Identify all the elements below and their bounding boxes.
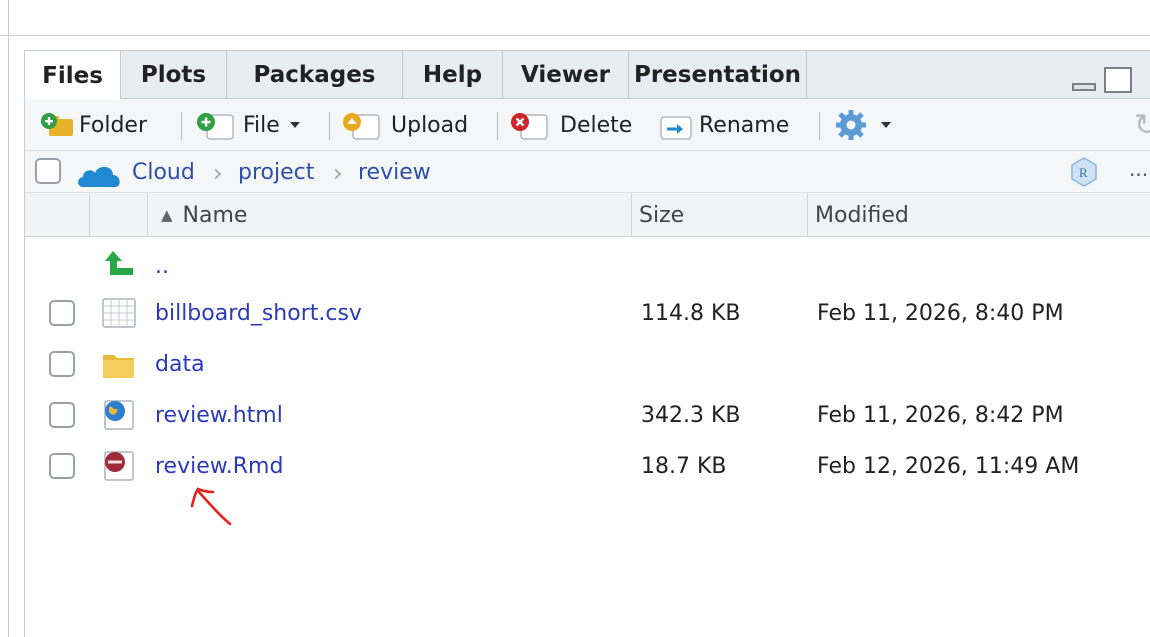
tab-plots[interactable]: Plots xyxy=(121,51,227,99)
file-name-link[interactable]: data xyxy=(155,339,205,390)
pane-tab-bar: Files Plots Packages Help Viewer Present… xyxy=(25,51,1150,100)
upload-label: Upload xyxy=(391,112,469,138)
files-toolbar: Folder File Upload Delete Rename ↻ xyxy=(25,99,1150,151)
column-modified-header[interactable]: Modified xyxy=(815,193,909,237)
breadcrumb: Cloud › project › review R ... xyxy=(25,151,1150,193)
row-checkbox[interactable] xyxy=(49,402,75,428)
file-table-header: ▲ Name Size Modified xyxy=(25,193,1150,237)
row-checkbox[interactable] xyxy=(49,351,75,377)
file-size: 342.3 KB xyxy=(641,403,741,428)
add-file-icon xyxy=(197,113,234,140)
toolbar-separator xyxy=(819,112,820,140)
delete-button[interactable]: Delete xyxy=(507,99,632,151)
column-divider xyxy=(631,193,632,237)
go-up-icon xyxy=(105,251,133,275)
toolbar-separator xyxy=(181,112,182,140)
folder-icon xyxy=(103,355,134,378)
file-name-link[interactable]: review.html xyxy=(155,390,283,441)
left-border xyxy=(8,0,9,637)
column-size-header[interactable]: Size xyxy=(639,193,684,237)
file-modified: Feb 11, 2026, 8:40 PM xyxy=(817,301,1064,326)
column-divider xyxy=(89,193,90,237)
file-size: 114.8 KB xyxy=(641,301,741,326)
file-name-link[interactable]: billboard_short.csv xyxy=(155,288,362,339)
csv-table-icon xyxy=(102,298,136,328)
column-name-header[interactable]: ▲ Name xyxy=(161,193,247,237)
select-all-checkbox[interactable] xyxy=(35,158,61,184)
tab-presentation[interactable]: Presentation xyxy=(629,51,807,99)
tab-files[interactable]: Files xyxy=(25,51,121,100)
html-globe-icon xyxy=(104,400,134,430)
upload-icon xyxy=(343,113,380,140)
gear-icon xyxy=(836,110,866,140)
toolbar-separator xyxy=(329,112,330,140)
more-options-button[interactable] xyxy=(835,99,891,151)
svg-text:R: R xyxy=(1079,165,1088,180)
breadcrumb-item-cloud[interactable]: Cloud xyxy=(132,151,195,193)
parent-dir-link[interactable]: .. xyxy=(155,241,169,292)
file-size: 18.7 KB xyxy=(641,454,727,479)
tab-help[interactable]: Help xyxy=(403,51,503,99)
column-name-label: Name xyxy=(182,202,248,228)
column-divider xyxy=(147,193,148,237)
rename-label: Rename xyxy=(699,112,790,138)
table-row-parent-dir[interactable]: .. xyxy=(25,241,1150,292)
tab-packages[interactable]: Packages xyxy=(227,51,403,99)
delete-icon xyxy=(511,113,548,140)
more-icon[interactable]: ... xyxy=(1129,157,1148,181)
refresh-icon[interactable]: ↻ xyxy=(1134,111,1150,145)
chevron-down-icon xyxy=(881,122,891,128)
add-folder-icon xyxy=(41,113,73,136)
top-strip xyxy=(0,0,1150,36)
cloud-icon xyxy=(78,166,120,187)
row-checkbox[interactable] xyxy=(49,300,75,326)
breadcrumb-item-review[interactable]: review xyxy=(358,151,431,193)
new-file-button[interactable]: File xyxy=(193,99,300,151)
rmd-file-icon xyxy=(104,451,134,481)
delete-label: Delete xyxy=(560,112,633,138)
breadcrumb-item-project[interactable]: project xyxy=(238,151,314,193)
sort-ascending-icon: ▲ xyxy=(161,206,173,224)
chevron-down-icon xyxy=(289,122,300,128)
table-row[interactable]: data xyxy=(25,339,1150,390)
table-row[interactable]: billboard_short.csv 114.8 KB Feb 11, 202… xyxy=(25,288,1150,339)
toolbar-separator xyxy=(497,112,498,140)
r-project-icon[interactable]: R xyxy=(1069,156,1099,188)
upload-button[interactable]: Upload xyxy=(339,99,468,151)
file-modified: Feb 11, 2026, 8:42 PM xyxy=(817,403,1064,428)
rename-icon xyxy=(660,116,692,140)
row-checkbox[interactable] xyxy=(49,453,75,479)
new-file-label: File xyxy=(243,112,280,138)
breadcrumb-separator: › xyxy=(213,159,223,187)
maximize-pane-icon[interactable] xyxy=(1104,67,1132,93)
new-folder-label: Folder xyxy=(79,112,147,138)
red-arrow-annotation xyxy=(190,487,232,526)
rename-button[interactable]: Rename xyxy=(657,99,789,151)
files-pane: Files Plots Packages Help Viewer Present… xyxy=(24,50,1150,637)
table-row[interactable]: review.html 342.3 KB Feb 11, 2026, 8:42 … xyxy=(25,390,1150,441)
minimize-pane-icon[interactable] xyxy=(1072,83,1096,91)
file-modified: Feb 12, 2026, 11:49 AM xyxy=(817,454,1080,479)
new-folder-button[interactable]: Folder xyxy=(39,99,147,151)
tab-viewer[interactable]: Viewer xyxy=(503,51,629,99)
column-divider xyxy=(807,193,808,237)
breadcrumb-separator: › xyxy=(333,159,343,187)
